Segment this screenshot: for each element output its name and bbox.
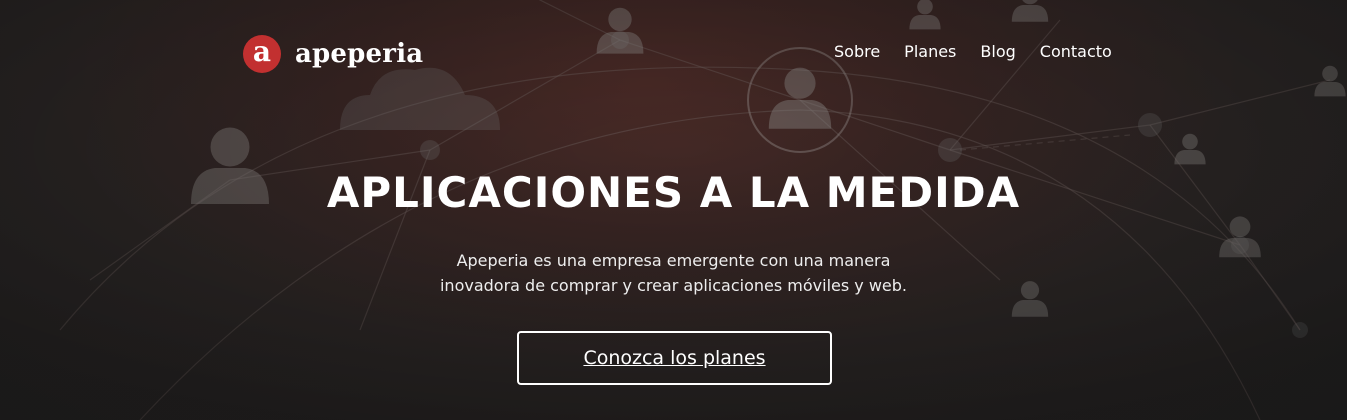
hero-subtitle-line-1: Apeperia es una empresa emergente con un… <box>456 251 891 270</box>
nav-link-contacto[interactable]: Contacto <box>1040 42 1112 61</box>
nav-link-planes[interactable]: Planes <box>904 42 956 61</box>
nav-link-sobre[interactable]: Sobre <box>834 42 880 61</box>
view-plans-button[interactable]: Conozca los planes <box>517 331 832 385</box>
hero-subtitle: Apeperia es una empresa emergente con un… <box>0 248 1347 298</box>
nav-link-blog[interactable]: Blog <box>980 42 1015 61</box>
hero-section: a apeperia Sobre Planes Blog Contacto AP… <box>0 0 1347 420</box>
top-navigation: a apeperia Sobre Planes Blog Contacto <box>0 0 1347 100</box>
nav-menu: Sobre Planes Blog Contacto <box>834 42 1112 61</box>
brand-name: apeperia <box>295 39 424 69</box>
brand-logo[interactable]: a apeperia <box>243 35 423 73</box>
logo-icon: a <box>243 35 281 73</box>
hero-title: APLICACIONES A LA MEDIDA <box>326 168 1021 217</box>
hero-subtitle-line-2: inovadora de comprar y crear aplicacione… <box>439 276 908 295</box>
